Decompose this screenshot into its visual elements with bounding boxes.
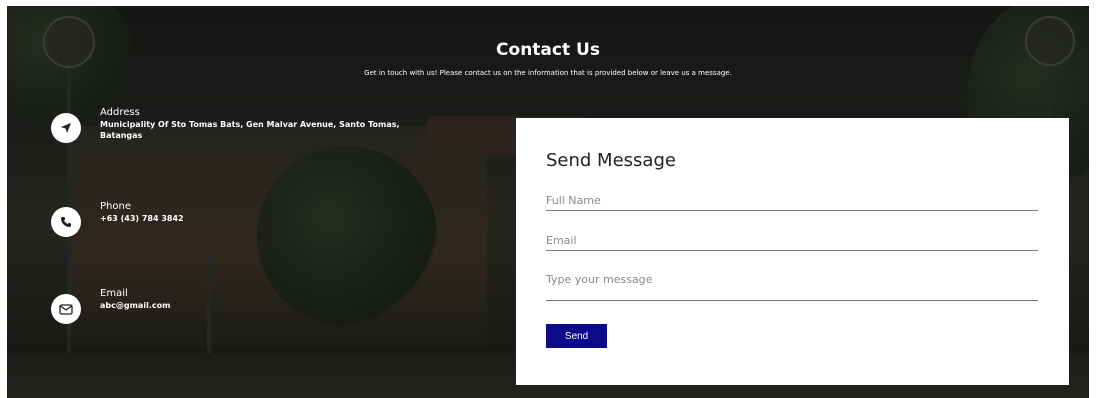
address-value: Municipality Of Sto Tomas Bats, Gen Malv… (100, 120, 400, 140)
location-arrow-icon (51, 113, 81, 143)
phone-label: Phone (100, 201, 131, 212)
page-subtitle: Get in touch with us! Please contact us … (364, 69, 732, 77)
form-title: Send Message (546, 150, 676, 171)
email-label: Email (100, 288, 128, 299)
phone-icon (51, 207, 81, 237)
address-label: Address (100, 107, 140, 118)
email-value: abc@gmail.com (100, 301, 171, 310)
email-input[interactable] (546, 232, 1038, 251)
envelope-icon (51, 294, 81, 324)
full-name-input[interactable] (546, 192, 1038, 211)
message-input[interactable] (546, 270, 1038, 301)
page-title: Contact Us (496, 40, 600, 60)
send-message-card: Send Message Send (516, 118, 1069, 385)
send-button[interactable]: Send (546, 324, 607, 348)
phone-value: +63 (43) 784 3842 (100, 214, 184, 223)
